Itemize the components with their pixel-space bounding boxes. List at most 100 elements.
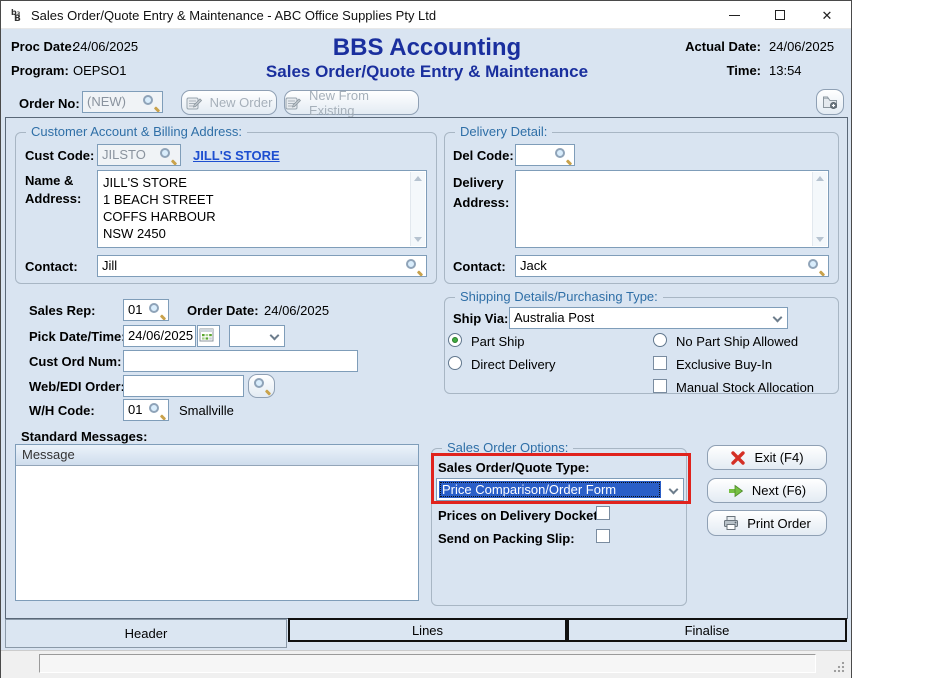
pick-date-time-label: Pick Date/Time:	[29, 329, 126, 344]
customer-group-title: Customer Account & Billing Address:	[26, 124, 247, 139]
pick-date-value: 24/06/2025	[128, 328, 193, 343]
messages-column-header[interactable]: Message	[16, 445, 418, 466]
sales-rep-field[interactable]: 01	[123, 299, 169, 321]
tab-lines[interactable]: Lines	[288, 618, 567, 642]
exclusive-buy-in-label: Exclusive Buy-In	[676, 357, 772, 372]
direct-delivery-radio[interactable]	[448, 356, 462, 370]
pick-time-combobox[interactable]	[229, 325, 285, 347]
wh-code-search-icon[interactable]	[149, 403, 165, 419]
sales-rep-label: Sales Rep:	[29, 303, 95, 318]
delivery-contact-field[interactable]: Jack	[515, 255, 829, 277]
wh-name: Smallville	[179, 403, 234, 418]
cust-code-search-icon[interactable]	[160, 148, 176, 164]
manual-stock-allocation-label: Manual Stock Allocation	[676, 380, 814, 395]
close-icon: ✕	[822, 9, 833, 22]
calendar-icon	[199, 327, 215, 343]
prices-on-delivery-docket-label: Prices on Delivery Docket:	[438, 508, 602, 523]
billing-address-scrollbar[interactable]	[410, 172, 425, 246]
part-ship-label: Part Ship	[471, 334, 524, 349]
folder-plus-icon	[822, 94, 838, 110]
svg-text:B: B	[14, 14, 21, 23]
desktop: b₃ B Sales Order/Quote Entry & Maintenan…	[0, 0, 946, 689]
web-edi-order-label: Web/EDI Order:	[29, 379, 125, 394]
time-label: Time:	[661, 63, 761, 78]
delivery-address-scrollbar[interactable]	[812, 172, 827, 246]
resize-grip[interactable]	[833, 661, 845, 673]
window-title: Sales Order/Quote Entry & Maintenance - …	[31, 8, 436, 23]
exit-x-icon	[730, 450, 746, 466]
del-code-label: Del Code:	[453, 148, 514, 163]
sales-order-options-title: Sales Order Options:	[442, 440, 573, 455]
ship-via-chevron-down-icon	[773, 313, 783, 323]
ship-via-value: Australia Post	[514, 310, 765, 325]
messages-list[interactable]: Message	[15, 444, 419, 601]
pick-time-chevron-down-icon	[270, 331, 280, 341]
tab-header-label: Header	[125, 626, 168, 641]
delivery-group-title: Delivery Detail:	[455, 124, 552, 139]
tab-header[interactable]: Header	[5, 619, 287, 648]
new-document-button[interactable]	[816, 89, 844, 115]
manual-stock-allocation-checkbox[interactable]	[653, 379, 667, 393]
web-edi-order-field[interactable]	[123, 375, 244, 397]
delivery-contact-label: Contact:	[453, 259, 506, 274]
order-no-search-icon[interactable]	[143, 95, 159, 111]
sales-rep-search-icon[interactable]	[149, 303, 165, 319]
web-edi-search-icon	[254, 378, 270, 394]
delivery-address-textarea[interactable]	[515, 170, 829, 248]
new-order-button[interactable]: New Order	[181, 90, 277, 115]
billing-address-textarea[interactable]: JILL'S STORE 1 BEACH STREET COFFS HARBOU…	[97, 170, 427, 248]
name-address-label-1: Name &	[25, 173, 73, 188]
next-button-label: Next (F6)	[752, 483, 806, 498]
delivery-address-label-1: Delivery	[453, 175, 504, 190]
cust-code-label: Cust Code:	[25, 148, 94, 163]
tab-lines-label: Lines	[412, 623, 443, 638]
app-window: b₃ B Sales Order/Quote Entry & Maintenan…	[0, 0, 852, 678]
minimize-icon	[729, 15, 740, 16]
customer-name-link[interactable]: JILL'S STORE	[193, 148, 280, 163]
minimize-button[interactable]	[714, 1, 754, 29]
exclusive-buy-in-checkbox[interactable]	[653, 356, 667, 370]
part-ship-radio[interactable]	[448, 333, 462, 347]
shipping-group-title: Shipping Details/Purchasing Type:	[455, 289, 663, 304]
web-edi-search-button[interactable]	[248, 374, 275, 398]
maximize-button[interactable]	[760, 1, 800, 29]
delivery-address-text	[521, 174, 810, 245]
order-no-field[interactable]: (NEW)	[82, 91, 163, 113]
prices-on-delivery-docket-checkbox[interactable]	[596, 506, 610, 520]
billing-contact-field[interactable]: Jill	[97, 255, 427, 277]
del-code-search-icon[interactable]	[555, 148, 571, 164]
delivery-contact-search-icon[interactable]	[808, 259, 824, 275]
exit-button[interactable]: Exit (F4)	[707, 445, 827, 470]
next-button[interactable]: Next (F6)	[707, 478, 827, 503]
close-button[interactable]: ✕	[807, 1, 847, 29]
wh-code-field[interactable]: 01	[123, 399, 169, 421]
cust-ord-num-field[interactable]	[123, 350, 358, 372]
next-arrow-icon	[728, 483, 744, 499]
new-order-icon	[186, 95, 202, 111]
direct-delivery-label: Direct Delivery	[471, 357, 556, 372]
billing-contact-value: Jill	[102, 258, 117, 273]
order-no-value: (NEW)	[87, 94, 126, 109]
print-order-button[interactable]: Print Order	[707, 510, 827, 536]
order-no-label: Order No:	[19, 96, 80, 111]
calendar-button[interactable]	[197, 325, 220, 347]
billing-contact-label: Contact:	[25, 259, 78, 274]
new-from-existing-label: New From Existing	[309, 88, 418, 118]
new-from-existing-button[interactable]: New From Existing	[284, 90, 419, 115]
del-code-field[interactable]	[515, 144, 575, 166]
order-quote-type-combobox[interactable]: Price Comparison/Order Form	[436, 478, 684, 501]
tab-finalise-label: Finalise	[685, 623, 730, 638]
wh-code-value: 01	[128, 402, 142, 417]
ship-via-combobox[interactable]: Australia Post	[509, 307, 788, 329]
billing-address-text: JILL'S STORE 1 BEACH STREET COFFS HARBOU…	[103, 174, 408, 245]
tab-finalise[interactable]: Finalise	[567, 618, 847, 642]
time-value: 13:54	[769, 63, 802, 78]
cust-code-field[interactable]: JILSTO	[97, 144, 181, 166]
send-on-packing-slip-label: Send on Packing Slip:	[438, 531, 575, 546]
billing-contact-search-icon[interactable]	[406, 259, 422, 275]
pick-date-field[interactable]: 24/06/2025	[123, 325, 196, 347]
ship-via-label: Ship Via:	[453, 311, 508, 326]
no-part-ship-radio[interactable]	[653, 333, 667, 347]
order-quote-type-chevron-down-icon	[669, 485, 679, 495]
send-on-packing-slip-checkbox[interactable]	[596, 529, 610, 543]
